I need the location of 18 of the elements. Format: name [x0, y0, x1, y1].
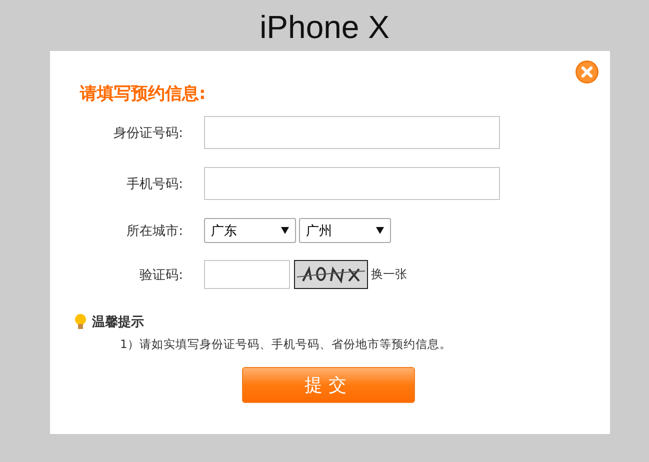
input-field[interactable] [204, 116, 500, 149]
field-label: 身份证号码: [112, 124, 183, 142]
caret-icon [376, 227, 384, 234]
city-dropdown[interactable]: 广东 [204, 218, 296, 243]
input-field[interactable] [204, 167, 500, 200]
caret-icon [281, 227, 289, 234]
tips-title: 温馨提示 [92, 314, 144, 331]
captcha-field[interactable] [204, 260, 290, 289]
field-label: 验证码: [138, 266, 183, 284]
city-dropdown[interactable]: 广州 [299, 218, 391, 243]
refresh-link[interactable]: 换一张 [371, 266, 407, 283]
tip-text: 1）请如实填写身份证号码、手机号码、省份地市等预约信息。 [120, 337, 452, 352]
close-icon[interactable] [575, 60, 599, 84]
page-title: iPhone X [258, 8, 390, 46]
dialog-title: 请填写预约信息: [80, 83, 207, 105]
lightbulb-icon [75, 314, 86, 330]
field-label: 所在城市: [126, 222, 183, 240]
field-label: 手机号码: [126, 176, 183, 192]
